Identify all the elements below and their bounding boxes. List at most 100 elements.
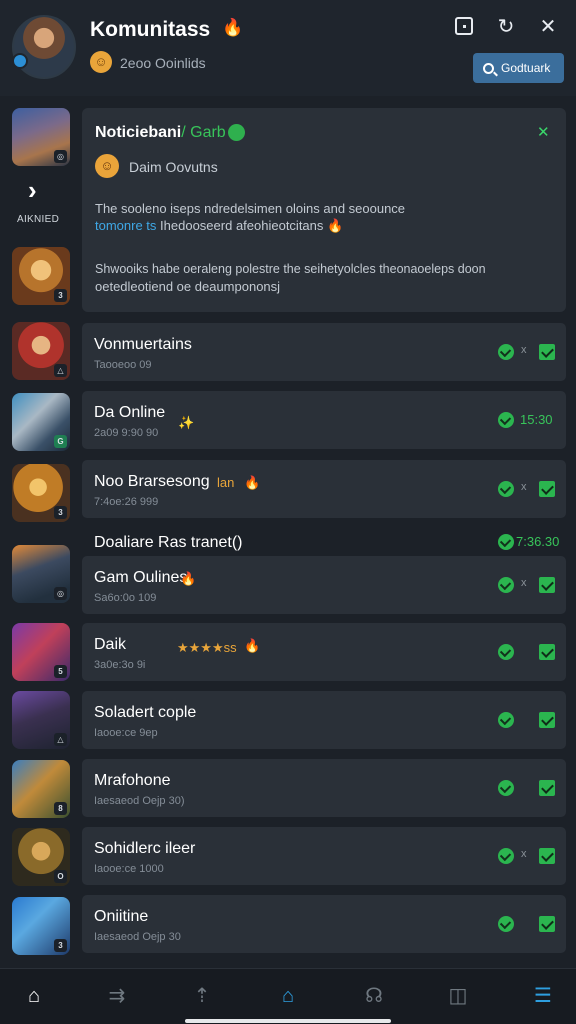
checkbox[interactable] (539, 644, 555, 660)
link-icon[interactable]: ↻ (495, 16, 517, 38)
badge-icon: △ (54, 364, 67, 377)
chevron-right-icon[interactable]: › (28, 177, 52, 203)
game-avatar[interactable]: ◎ (12, 108, 70, 166)
window-icon[interactable] (455, 17, 473, 35)
game-avatar[interactable]: 8 (12, 760, 70, 818)
online-check-icon (498, 534, 514, 550)
notification-title-text: Noticiebani (95, 124, 182, 141)
notification-user: Daim Oovutns (129, 159, 218, 175)
search-button[interactable]: Godtuark (473, 53, 564, 83)
checkbox[interactable] (539, 481, 555, 497)
game-title: Sohidlerc ileer (94, 840, 196, 857)
game-subtitle: Iaooe:ce 9ep (94, 727, 158, 739)
close-icon[interactable]: ✕ (537, 16, 559, 38)
badge-icon: 3 (54, 939, 67, 952)
game-avatar[interactable]: G (12, 393, 70, 451)
game-title: Gam Oulines (94, 569, 188, 586)
status-x: x (521, 344, 527, 356)
online-check-icon (498, 644, 514, 660)
home-icon[interactable]: ⌂ (21, 983, 47, 1009)
online-check-icon (498, 848, 514, 864)
list-item[interactable]: Oniitine Iaesaeod Oejp 30 (82, 895, 566, 953)
game-title: Daik (94, 636, 127, 653)
badge-icon: ◎ (54, 587, 67, 600)
community-icon[interactable]: ⌂ (275, 983, 301, 1009)
game-avatar[interactable]: 3 (12, 897, 70, 955)
status-x: x (521, 577, 527, 589)
page-title: Komunitass (90, 18, 211, 41)
status-x: x (521, 848, 527, 860)
game-title: Soladert cople (94, 704, 197, 721)
search-button-label: Godtuark (501, 61, 551, 75)
game-subtitle: Iaesaeod Oejp 30 (94, 931, 181, 943)
online-check-icon (498, 344, 514, 360)
badge-icon: G (54, 435, 67, 448)
online-count: 2eoo Ooinlids (120, 55, 206, 71)
upload-icon[interactable]: ⇡ (189, 983, 215, 1009)
profile-icon[interactable]: ☊ (361, 983, 387, 1009)
status-time: 15:30 (520, 412, 553, 427)
emoji-icon: ☺ (90, 51, 112, 73)
game-avatar[interactable]: 3 (12, 464, 70, 522)
game-subtitle: 3a0e:3o 9i (94, 659, 146, 671)
checkbox[interactable] (539, 577, 555, 593)
game-title: Vonmuertains (94, 336, 192, 353)
notification-line: tomonre ts Ihedooseerd afeohieotcitans 🔥 (95, 218, 343, 234)
list-item[interactable]: Noo Brarsesong 7:4oe:26 999 lan 🔥 x (82, 460, 566, 518)
status-time: 7:36.30 (516, 534, 560, 549)
game-subtitle: Iaesaeod Oejp 30) (94, 795, 185, 807)
swipe-icon[interactable]: ⇉ (104, 983, 130, 1009)
badge-icon: 5 (54, 665, 67, 678)
list-item[interactable]: Vonmuertains Taooeoo 09 x (82, 323, 566, 381)
status-x: x (521, 481, 527, 493)
list-item[interactable]: Soladert cople Iaooe:ce 9ep (82, 691, 566, 749)
online-check-icon (498, 577, 514, 593)
badge-icon: 3 (54, 506, 67, 519)
row-tag: lan (217, 475, 235, 490)
game-avatar[interactable]: 5 (12, 623, 70, 681)
badge-icon: ◎ (54, 150, 67, 163)
notification-tag: / Garb (181, 124, 226, 141)
rail-label: AIKNIED (17, 214, 60, 225)
notification-line: oetedleotiend oe deaumpononsj (95, 279, 281, 294)
flame-icon: 🔥 (244, 475, 261, 490)
app-header: Komunitass 🔥 ☺ 2eoo Ooinlids ↻ ✕ Godtuar… (0, 0, 576, 96)
list-item[interactable]: Sohidlerc ileer Iaooe:ce 1000 x (82, 827, 566, 885)
flame-icon: 🔥 (327, 218, 344, 233)
game-title: Noo Brarsesong (94, 473, 210, 490)
game-avatar[interactable]: O (12, 828, 70, 886)
list-item[interactable]: Gam Oulines Sa6o:0o 109 🔥 x (82, 556, 566, 614)
game-title: Mrafohone (94, 772, 171, 789)
notification-link[interactable]: tomonre ts (95, 218, 156, 233)
online-status-icon (12, 53, 28, 69)
list-item[interactable]: Da Online 2a09 9:90 90 ✨ 15:30 (82, 391, 566, 449)
star-rating: ★★★★ss (177, 640, 237, 655)
flame-icon: ✨ (178, 415, 195, 430)
notification-card[interactable]: Noticiebani/ Garb ✕ ☺ Daim Oovutns The s… (82, 108, 566, 312)
online-check-icon (498, 481, 514, 497)
game-avatar[interactable]: ◎ (12, 545, 70, 603)
game-avatar[interactable]: △ (12, 322, 70, 380)
dismiss-icon[interactable]: ✕ (537, 123, 550, 141)
notification-title: Noticiebani/ Garb (95, 124, 226, 142)
game-avatar[interactable]: △ (12, 691, 70, 749)
verified-icon (228, 124, 245, 141)
checkbox[interactable] (539, 780, 555, 796)
checkbox[interactable] (539, 344, 555, 360)
game-avatar[interactable]: 3 (12, 247, 70, 305)
bottom-nav: ⌂ ⇉ ⇡ ⌂ ☊ ◫ ☰ (0, 968, 576, 1024)
checkbox[interactable] (539, 848, 555, 864)
game-subtitle: Sa6o:0o 109 (94, 592, 157, 604)
badge-icon: △ (54, 733, 67, 746)
online-check-icon (498, 916, 514, 932)
notification-line: The sooleno iseps ndredelsimen oloins an… (95, 201, 406, 216)
community-avatar[interactable] (12, 15, 76, 79)
list-item[interactable]: Doaliare Ras tranet() 7:36.30 (82, 522, 566, 560)
checkbox[interactable] (539, 712, 555, 728)
save-icon[interactable]: ◫ (445, 983, 471, 1009)
checkbox[interactable] (539, 916, 555, 932)
list-item[interactable]: Daik 3a0e:3o 9i ★★★★ss 🔥 (82, 623, 566, 681)
menu-icon[interactable]: ☰ (530, 983, 556, 1009)
list-item[interactable]: Mrafohone Iaesaeod Oejp 30) (82, 759, 566, 817)
flame-icon: 🔥 (222, 18, 244, 37)
